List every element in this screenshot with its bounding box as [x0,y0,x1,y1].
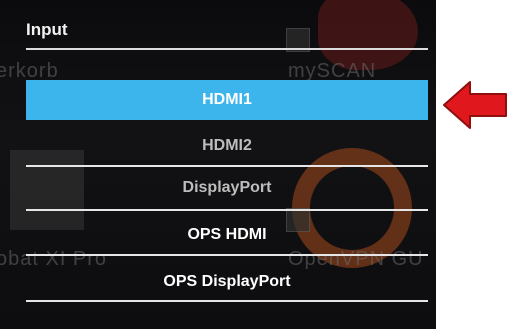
item-divider [26,300,428,302]
item-divider [26,165,428,167]
osd-menu-title: Input [26,20,68,39]
title-divider [26,48,428,50]
menu-item-ops-displayport[interactable]: OPS DisplayPort [26,262,428,302]
menu-item-hdmi2[interactable]: HDMI2 [26,126,428,166]
menu-item-displayport[interactable]: DisplayPort [26,168,428,208]
left-arrow-icon [443,81,507,129]
menu-item-hdmi1[interactable]: HDMI1 [26,80,428,120]
item-divider [26,254,428,256]
monitor-screen: erkorb mySCAN obat XI Pro OpenVPN GU Inp… [0,0,436,329]
item-divider [26,209,428,211]
photo-stage: erkorb mySCAN obat XI Pro OpenVPN GU Inp… [0,0,513,329]
menu-item-ops-hdmi[interactable]: OPS HDMI [26,215,428,255]
